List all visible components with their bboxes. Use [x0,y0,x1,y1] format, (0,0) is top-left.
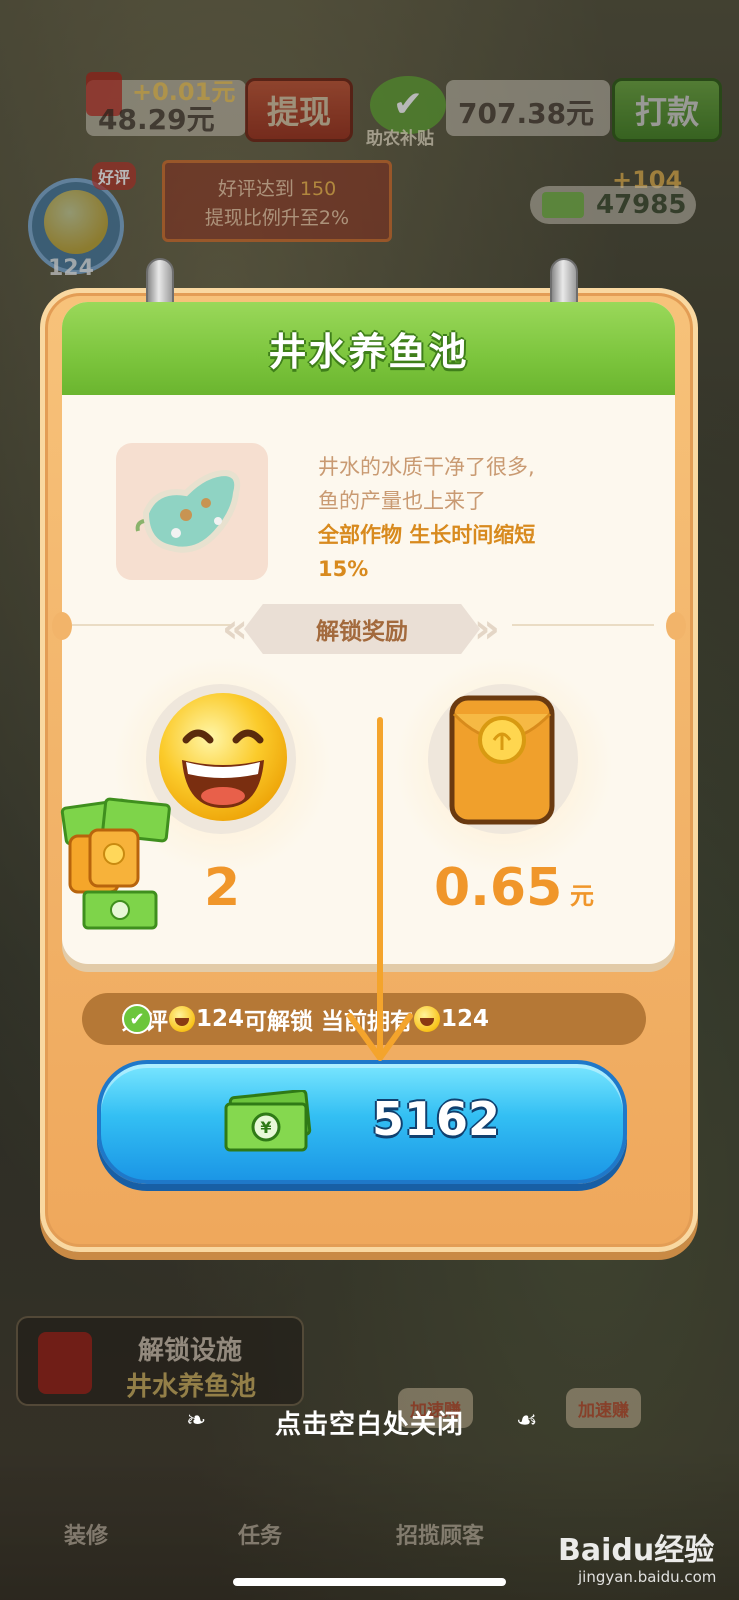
unlock-cost-button[interactable] [97,1060,627,1184]
check-icon: ✔ [122,1004,152,1034]
effect-line: 全部作物 生长时间缩短 [318,523,536,547]
effect-value: 15% [318,557,369,581]
divider-right [512,624,654,626]
cash-pile-icon [60,797,171,930]
requirement-owned: 124 [441,1006,490,1032]
dialog-title: 井水养鱼池 [268,330,469,374]
rewards-banner-label: 解锁奖励 [316,619,408,645]
facility-description: 井水的水质干净了很多, 鱼的产量也上来了 全部作物 生长时间缩短 15% [318,450,638,586]
smile-emoji-icon [159,693,287,821]
guide-arrow-icon [347,717,413,1061]
svg-text:¥: ¥ [260,1118,271,1137]
card-header: 井水养鱼池 [62,302,675,395]
requirement-required: 124 [196,1006,245,1032]
reward-cash-value: 0.65 [434,858,563,918]
smile-icon [169,1006,195,1032]
baidu-watermark-logo: Baidu经验 [558,1533,715,1568]
baidu-watermark-url: jingyan.baidu.com [578,1568,717,1586]
reward-cash-unit: 元 [570,882,594,910]
money-icon: ¥ [224,1090,312,1152]
facility-thumbnail [116,443,268,580]
fish-pond-icon [135,469,241,553]
red-envelope-icon [449,695,555,825]
unlock-cost-value: 5162 [372,1092,501,1146]
card-notch-right [666,612,686,640]
card-notch-left [52,612,72,640]
rewards-banner: 解锁奖励 [244,604,480,654]
close-hint[interactable]: 点击空白处关闭 [0,1404,739,1441]
chevron-left-icon: « [222,606,248,652]
description-line1: 井水的水质干净了很多, [318,455,535,479]
description-line2: 鱼的产量也上来了 [318,489,486,513]
home-indicator[interactable] [233,1578,506,1586]
decor-right-icon: ☙ [516,1406,538,1434]
reward-smile-value: 2 [204,858,241,918]
divider-left [72,624,232,626]
